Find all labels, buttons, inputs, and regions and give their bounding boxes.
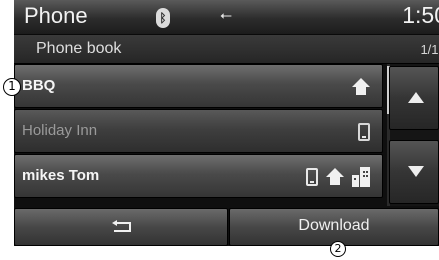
arrow-up-icon [408,92,424,103]
phone-screen: Phone ᛒ ⭠ 1:50 Phone book 1/105 BBQ Holi… [14,0,439,246]
arrow-down-icon [408,166,424,177]
contact-name: Holiday Inn [22,122,98,139]
contact-name: mikes Tom [22,167,100,184]
scroll-up-button[interactable] [389,66,439,130]
phonebook-header: Phone book 1/105 [14,35,439,64]
status-bar: Phone ᛒ ⭠ 1:50 [14,0,439,35]
home-icon [326,168,344,186]
section-title: Phone book [36,40,122,57]
bluetooth-icon: ᛒ [156,8,170,28]
usb-icon: ⭠ [220,7,233,24]
scroll-down-button[interactable] [389,140,439,204]
callout-two: 2 [330,241,346,257]
back-arrow-icon [112,220,131,232]
mobile-icon [358,123,370,141]
app-title: Phone [24,3,88,28]
contact-row-bbq[interactable]: BBQ [14,64,383,108]
home-icon [352,78,370,96]
contact-name: BBQ [22,77,56,94]
clock: 1:50 [402,2,439,28]
mobile-icon [306,168,318,186]
contact-row-holiday-inn[interactable]: Holiday Inn [14,109,383,153]
scroll-column [387,64,439,206]
back-button[interactable] [14,208,228,246]
office-icon [352,167,370,187]
download-label: Download [298,217,370,234]
contact-row-mikes-tom[interactable]: mikes Tom [14,154,383,198]
page-counter: 1/105 [420,42,439,57]
download-button[interactable]: Download [229,208,439,246]
callout-one: 1 [3,78,21,96]
